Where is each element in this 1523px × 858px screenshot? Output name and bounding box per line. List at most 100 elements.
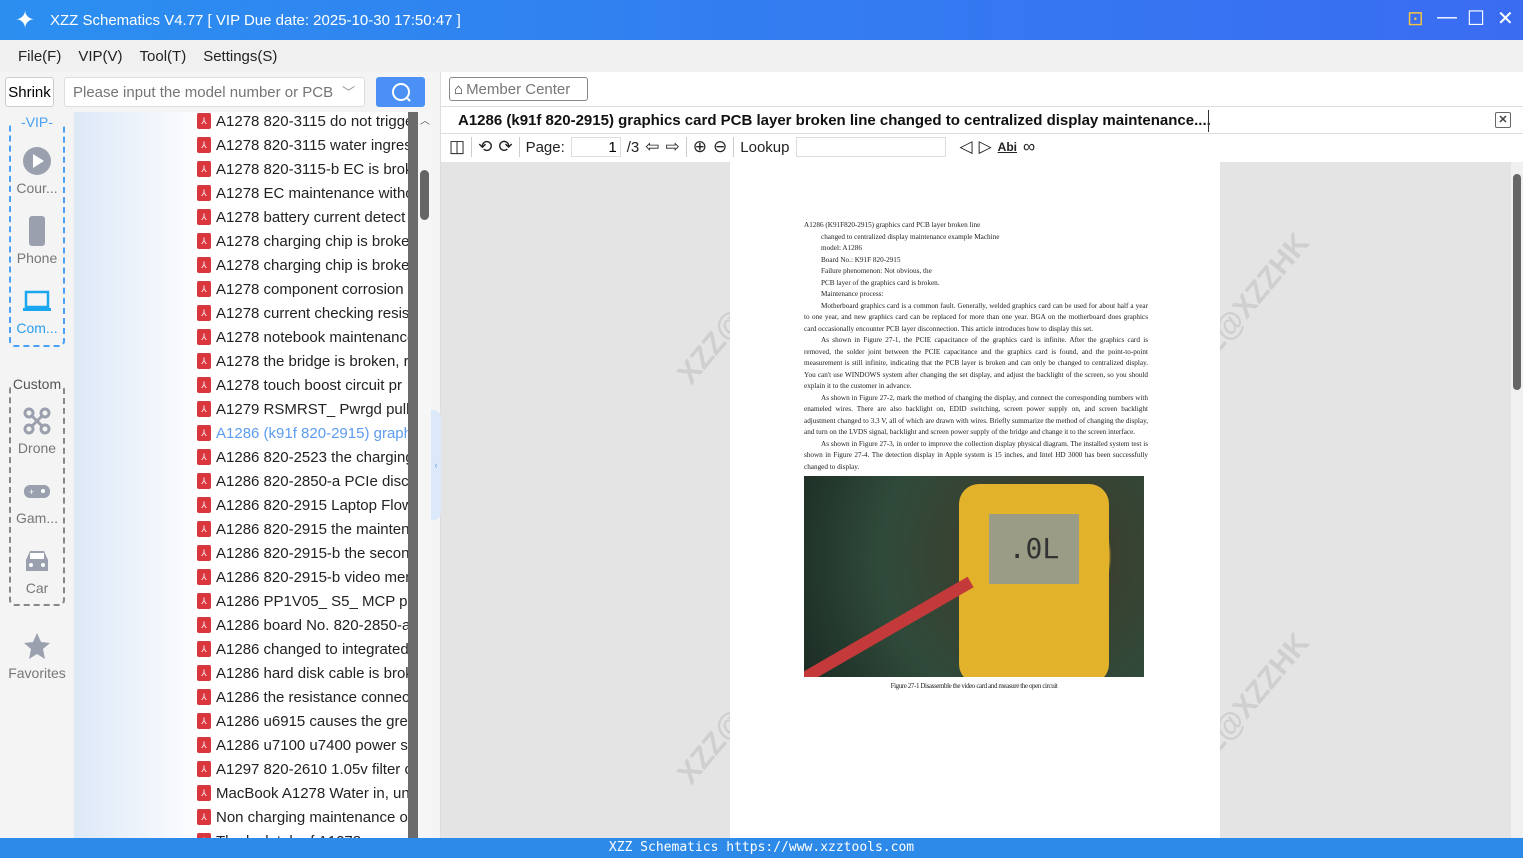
list-item[interactable]: ⅄ A1278 charging chip is broken [197, 229, 408, 253]
list-item-label: A1278 820-3115-b EC is broken [216, 160, 408, 178]
pdf-icon: ⅄ [197, 497, 211, 513]
category-drone[interactable]: Drone [0, 404, 74, 456]
category-computer[interactable]: Com... [0, 284, 74, 336]
list-item[interactable]: ⅄ A1286 PP1V05_ S5_ MCP pow [197, 589, 408, 613]
list-item[interactable]: ⅄The lock tab of A1278 ... [197, 829, 378, 838]
menu-vip[interactable]: VIP(V) [78, 48, 122, 65]
maximize-button[interactable]: ☐ [1467, 6, 1485, 31]
member-center-button[interactable]: ⌂ Member Center [449, 77, 588, 101]
list-item[interactable]: ⅄ A1278 820-3115 do not trigger [197, 112, 408, 133]
collapse-handle[interactable]: ‹ [431, 410, 441, 520]
category-phone[interactable]: Phone [0, 214, 74, 266]
document-viewer[interactable]: XZZ@XZZHK XZZ@XZZHK XZZ@XZZHK XZZ@XZZHK … [441, 162, 1511, 838]
menu-tool[interactable]: Tool(T) [140, 48, 187, 65]
list-item[interactable]: ⅄ A1278 touch boost circuit pr [197, 373, 402, 397]
search-button[interactable] [376, 77, 425, 107]
two-page-icon[interactable]: ◫ [449, 137, 465, 157]
zoom-in-icon[interactable]: ⊕ [693, 137, 707, 157]
list-item[interactable]: ⅄ A1286 (k91f 820-2915) graph [197, 421, 408, 445]
list-item[interactable]: ⅄ A1278 820-3115-b EC is broken [197, 157, 408, 181]
list-item[interactable]: ⅄ MacBook A1278 Water in, un [197, 781, 408, 805]
list-item[interactable]: ⅄ A1286 820-2915 the mainten [197, 517, 408, 541]
find-next-icon[interactable]: ▷ [979, 137, 992, 157]
drone-icon [23, 407, 51, 435]
pdf-icon: ⅄ [197, 473, 211, 489]
pdf-icon: ⅄ [197, 521, 211, 537]
close-button[interactable]: ✕ [1497, 6, 1514, 31]
list-item[interactable]: ⅄ A1286 820-2915-b the secon [197, 541, 408, 565]
list-item-label: A1278 component corrosion [216, 280, 404, 298]
list-item[interactable]: ⅄ A1279 RSMRST_ Pwrgd pull- [197, 397, 408, 421]
category-car[interactable]: Car [0, 544, 74, 596]
list-item[interactable]: ⅄ A1278 battery current detect [197, 205, 405, 229]
play-icon [23, 147, 51, 175]
pdf-icon: ⅄ [197, 449, 211, 465]
pdf-icon: ⅄ [197, 545, 211, 561]
list-item[interactable]: ⅄ A1286 hard disk cable is brok [197, 661, 408, 685]
list-item[interactable]: ⅄ A1278 EC maintenance without [197, 181, 408, 205]
list-item[interactable]: ⅄ A1297 820-2610 1.05v filter c [197, 757, 408, 781]
category-courses[interactable]: Cour... [0, 144, 74, 196]
text-line: changed to centralized display maintenan… [821, 232, 1000, 241]
document-title-tab[interactable]: A1286 (k91f 820-2915) graphics card PCB … [441, 106, 1523, 134]
rotate-right-icon[interactable]: ⟳ [498, 137, 512, 157]
list-item[interactable]: ⅄ A1286 820-2915-b video mem [197, 565, 408, 589]
home-icon: ⌂ [454, 80, 464, 98]
vip-group-label: -VIP- [11, 115, 63, 129]
text-line: A1286 (K91F820-2915) graphics card PCB l… [804, 221, 981, 229]
page-input[interactable] [570, 137, 621, 157]
list-item[interactable]: ⅄ A1286 board No. 820-2850-a [197, 613, 408, 637]
find-prev-icon[interactable]: ◁ [960, 137, 973, 157]
pdf-icon: ⅄ [197, 185, 211, 201]
lookup-input[interactable] [795, 137, 946, 157]
list-item[interactable]: ⅄ A1286 u7100 u7400 power su [197, 733, 408, 757]
pdf-icon: ⅄ [197, 809, 211, 825]
menu-settings[interactable]: Settings(S) [203, 48, 277, 65]
viewer-scrollbar-thumb[interactable] [1513, 174, 1521, 390]
list-scrollbar-track[interactable] [408, 112, 418, 838]
list-item[interactable]: ⅄ A1278 charging chip is broken [197, 253, 408, 277]
close-document-icon[interactable]: ✕ [1495, 112, 1511, 128]
list-item-label: A1286 820-2915-b the secon [216, 544, 408, 562]
list-scrollbar-thumb[interactable] [420, 170, 429, 220]
pdf-icon: ⅄ [197, 257, 211, 273]
list-item[interactable]: ⅄ A1286 820-2523 the charging [197, 445, 408, 469]
minimize-button[interactable]: — [1437, 6, 1457, 31]
menu-file[interactable]: File(F) [18, 48, 61, 65]
paragraph: Motherboard graphics card is a common fa… [804, 301, 1148, 333]
list-item[interactable]: ⅄ A1286 u6915 causes the gree [197, 709, 408, 733]
app-logo-icon: ✦ [14, 6, 36, 34]
pdf-icon: ⅄ [197, 689, 211, 705]
paragraph: As shown in Figure 27-3, in order to imp… [804, 439, 1148, 471]
list-item[interactable]: ⅄ A1286 changed to integrated [197, 637, 408, 661]
category-favorites[interactable]: Favorites [0, 629, 74, 681]
list-item[interactable]: ⅄ A1278 current checking resis [197, 301, 408, 325]
list-item[interactable]: ⅄ Non charging maintenance o [197, 805, 408, 829]
search-input[interactable] [64, 77, 365, 107]
list-item[interactable]: ⅄ A1278 component corrosion [197, 277, 404, 301]
viewer-scrollbar[interactable] [1511, 162, 1523, 838]
chevron-down-icon[interactable]: ﹀ [342, 82, 355, 101]
list-item[interactable]: ⅄ A1286 820-2915 Laptop Flow [197, 493, 408, 517]
pdf-icon: ⅄ [197, 281, 211, 297]
list-item[interactable]: ⅄ A1278 820-3115 water ingress [197, 133, 408, 157]
category-label: Favorites [8, 665, 66, 681]
category-game[interactable]: + Gam... [0, 474, 74, 526]
text-line: Board No.: K91F 820-2915 [821, 255, 901, 264]
match-case-button[interactable]: Abi [998, 140, 1017, 154]
zoom-out-icon[interactable]: ⊖ [713, 137, 727, 157]
list-item-label: A1286 820-2915 the mainten [216, 520, 408, 538]
list-item[interactable]: ⅄ A1286 820-2850-a PCIe disco [197, 469, 408, 493]
shrink-button[interactable]: Shrink [5, 77, 54, 107]
list-scrollbar[interactable]: ︿ [418, 112, 431, 838]
list-item[interactable]: ⅄ A1278 the bridge is broken, r [197, 349, 408, 373]
pdf-icon: ⅄ [197, 161, 211, 177]
rotate-left-icon[interactable]: ⟲ [478, 137, 492, 157]
prev-page-icon[interactable]: ⇦ [645, 137, 659, 157]
binoculars-icon[interactable]: ∞ [1023, 137, 1035, 157]
list-item[interactable]: ⅄ A1286 the resistance connec [197, 685, 408, 709]
viewer-panel: ⌂ Member Center A1286 (k91f 820-2915) gr… [441, 72, 1523, 838]
list-item[interactable]: ⅄ A1278 notebook maintenance [197, 325, 408, 349]
next-page-icon[interactable]: ⇨ [666, 137, 680, 157]
bag-icon[interactable]: ⊡ [1407, 6, 1424, 31]
